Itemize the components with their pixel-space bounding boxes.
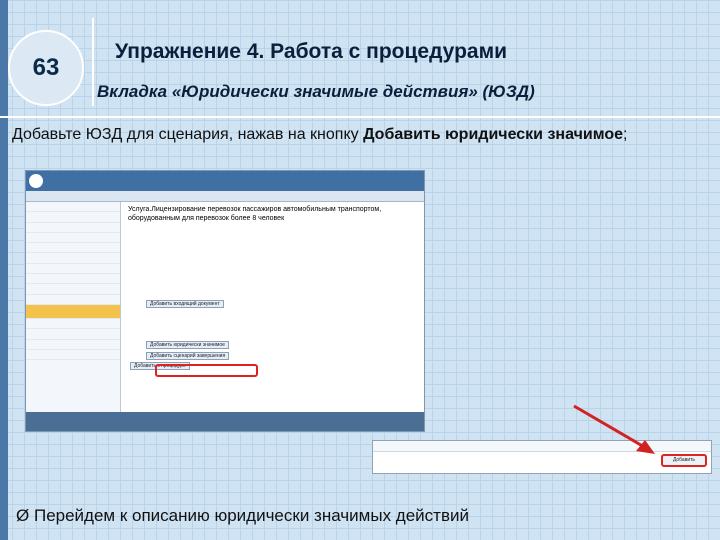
bullet-marker: Ø (16, 506, 30, 525)
bullet-text: Перейдем к описанию юридически значимых … (33, 506, 469, 525)
red-arrow-icon (573, 404, 655, 454)
bullet-line: Ø Перейдем к описанию юридически значимы… (16, 506, 469, 526)
